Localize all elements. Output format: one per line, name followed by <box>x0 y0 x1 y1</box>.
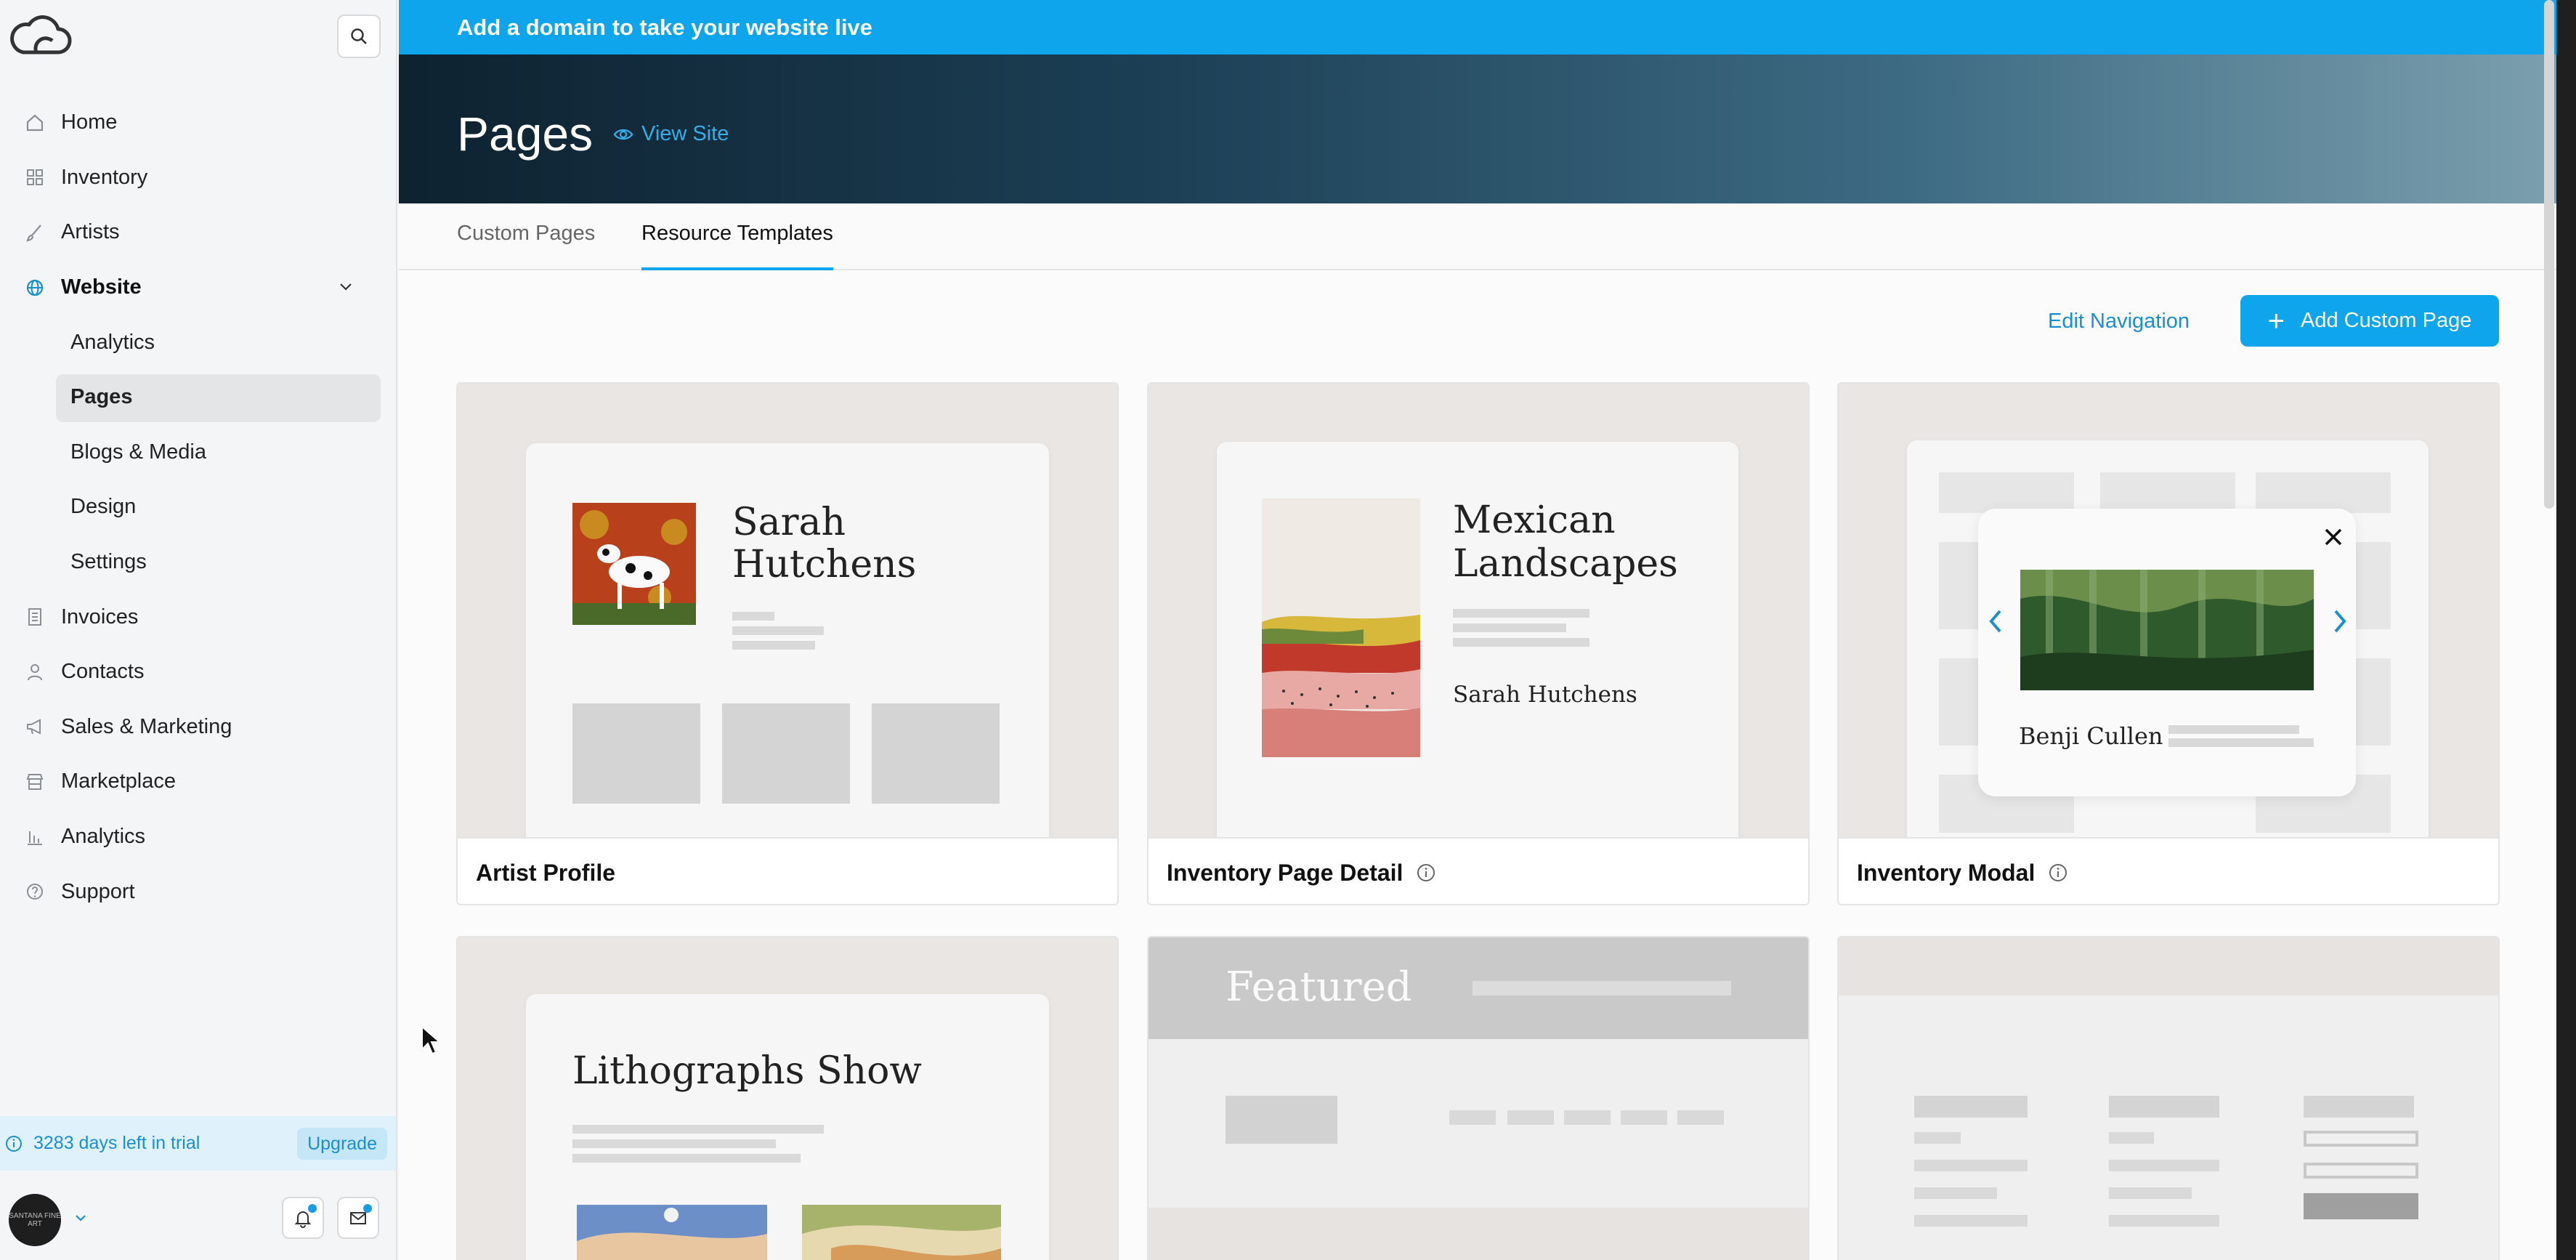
sidebar-subitem-analytics[interactable]: Analytics <box>0 315 397 370</box>
preview-artist-name: Sarah Hutchens <box>1453 682 1637 708</box>
template-preview: Mexican Landscapes Sarah Hutchens <box>1149 384 1808 837</box>
search-icon <box>351 28 367 44</box>
edit-navigation-button[interactable]: Edit Navigation <box>2048 310 2190 334</box>
template-preview: Lithographs Show <box>458 937 1117 1260</box>
template-card-artist-profile[interactable]: Sarah Hutchens Artist Profile <box>456 382 1119 905</box>
template-card-inventory-modal[interactable]: Benji Cullen Inventory Modal <box>1837 382 2500 905</box>
preview-artist-name: Benji Cullen <box>2019 722 2163 750</box>
sidebar-nav: Home Inventory Artists Website Analytics… <box>0 95 397 919</box>
sidebar-item-sales-marketing[interactable]: Sales & Marketing <box>0 700 397 755</box>
sidebar-item-label: Sales & Marketing <box>61 714 232 738</box>
sidebar-item-support[interactable]: Support <box>0 864 397 919</box>
template-card-inventory-page-detail[interactable]: Mexican Landscapes Sarah Hutchens Invent… <box>1147 382 1810 905</box>
preview-artist-name: Sarah Hutchens <box>732 501 917 586</box>
preview-artwork-title: Mexican Landscapes <box>1453 498 1678 586</box>
template-card-list-layout[interactable] <box>1837 936 2500 1260</box>
page-header: Pages View Site <box>399 54 2556 203</box>
invoice-icon <box>23 605 46 629</box>
sidebar-subitem-design[interactable]: Design <box>0 480 397 535</box>
window-edge <box>2556 0 2576 1260</box>
scrollbar[interactable] <box>2544 0 2554 509</box>
domain-announcement[interactable]: Add a domain to take your website live <box>399 0 2556 54</box>
chevron-down-icon[interactable] <box>73 1210 89 1226</box>
notification-dot <box>308 1204 317 1213</box>
sidebar-subitem-settings[interactable]: Settings <box>0 535 397 590</box>
app-logo-icon[interactable] <box>7 12 73 60</box>
preview-show-title: Lithographs Show <box>572 1049 922 1093</box>
plus-icon: + <box>2267 304 2285 337</box>
mouse-cursor-icon <box>421 1025 442 1055</box>
search-button[interactable] <box>337 15 381 58</box>
sidebar-item-label: Inventory <box>61 165 148 189</box>
sidebar-item-label: Home <box>61 110 118 134</box>
bar-chart-icon <box>23 825 46 849</box>
sidebar-item-marketplace[interactable]: Marketplace <box>0 754 397 809</box>
close-icon <box>2325 528 2342 546</box>
sidebar-subitem-blogs-media[interactable]: Blogs & Media <box>0 425 397 480</box>
trial-banner: 3283 days left in trial Upgrade <box>0 1116 396 1171</box>
template-card-title: Inventory Page Detail <box>1167 859 1404 886</box>
sidebar-item-contacts[interactable]: Contacts <box>0 645 397 700</box>
chevron-right-icon <box>2334 610 2346 633</box>
sidebar-item-label: Analytics <box>61 825 146 849</box>
sidebar-item-label: Artists <box>61 220 120 244</box>
sidebar-subitem-pages[interactable]: Pages <box>0 370 397 425</box>
template-preview <box>1839 937 2498 1260</box>
sidebar-item-home[interactable]: Home <box>0 95 397 150</box>
sidebar-item-label: Marketplace <box>61 770 176 793</box>
notification-dot <box>363 1204 372 1213</box>
trial-days-text: 3283 days left in trial <box>33 1133 201 1153</box>
chevron-down-icon[interactable] <box>336 278 355 296</box>
chevron-left-icon <box>1989 610 2001 633</box>
sidebar-item-label: Invoices <box>61 605 139 629</box>
sidebar-item-inventory[interactable]: Inventory <box>0 150 397 206</box>
megaphone-icon <box>23 715 46 738</box>
artwork-thumbnail-image <box>577 1205 767 1260</box>
add-custom-page-button[interactable]: + Add Custom Page <box>2240 295 2499 347</box>
main-content: Add a domain to take your website live P… <box>399 0 2556 1260</box>
sidebar-item-invoices[interactable]: Invoices <box>0 589 397 645</box>
artwork-dog-image <box>572 503 696 625</box>
template-card-title: Artist Profile <box>476 859 616 886</box>
template-card-lithographs[interactable]: Lithographs Show <box>456 936 1119 1260</box>
tab-custom-pages[interactable]: Custom Pages <box>457 222 595 270</box>
store-icon <box>23 770 46 793</box>
brush-icon <box>23 221 46 244</box>
sidebar-item-website[interactable]: Website <box>0 260 397 315</box>
template-card-title: Inventory Modal <box>1857 859 2036 886</box>
template-card-featured[interactable]: Featured <box>1147 936 1810 1260</box>
person-icon <box>23 661 46 684</box>
avatar[interactable]: SANTANA FINE ART <box>9 1194 61 1246</box>
help-icon <box>23 880 46 903</box>
artwork-landscape-image <box>1262 498 1420 757</box>
messages-button[interactable] <box>337 1197 379 1239</box>
globe-icon <box>23 276 46 299</box>
artwork-thumbnail-image <box>802 1205 1001 1260</box>
sidebar-item-artists[interactable]: Artists <box>0 205 397 260</box>
sidebar-item-label: Website <box>61 275 142 299</box>
sidebar-item-label: Support <box>61 879 135 903</box>
sidebar-item-analytics[interactable]: Analytics <box>0 809 397 865</box>
tab-bar: Custom Pages Resource Templates <box>399 203 2556 270</box>
sidebar-item-label: Contacts <box>61 660 145 684</box>
grid-icon <box>23 166 46 189</box>
sidebar: Home Inventory Artists Website Analytics… <box>0 0 397 1260</box>
template-preview: Benji Cullen <box>1839 384 2498 837</box>
view-site-link[interactable]: View Site <box>612 122 729 146</box>
upgrade-button[interactable]: Upgrade <box>297 1128 387 1160</box>
home-icon <box>23 111 46 134</box>
tab-resource-templates[interactable]: Resource Templates <box>641 222 833 270</box>
template-preview: Featured <box>1149 937 1808 1260</box>
info-icon[interactable] <box>1416 863 1436 883</box>
artwork-green-image <box>2020 570 2314 690</box>
eye-icon <box>613 129 633 140</box>
page-title: Pages <box>457 107 594 161</box>
preview-heading: Featured <box>1226 964 1412 1011</box>
info-icon <box>6 1135 22 1152</box>
template-preview: Sarah Hutchens <box>458 384 1117 837</box>
notifications-button[interactable] <box>282 1197 324 1239</box>
info-icon[interactable] <box>2048 863 2068 883</box>
